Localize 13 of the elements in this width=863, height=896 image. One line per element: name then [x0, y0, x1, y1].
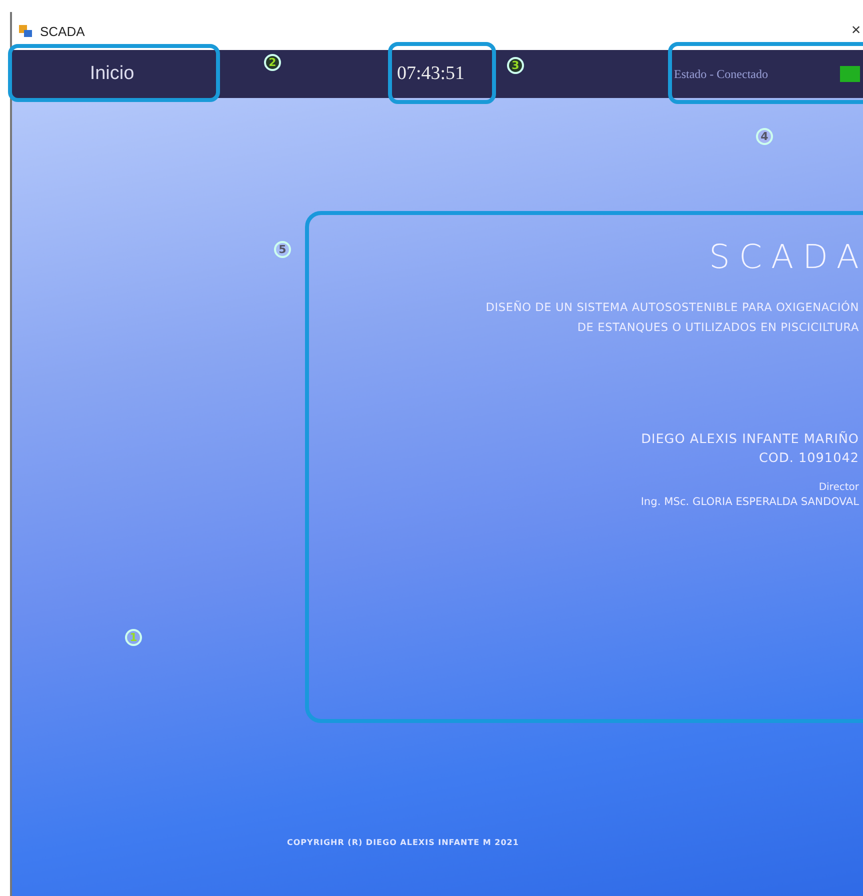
- copyright-text: COPYRIGHR (R) DIEGO ALEXIS INFANTE M 2021: [287, 838, 520, 847]
- student-code: COD. 1091042: [759, 451, 859, 466]
- subtitle-line: DISEÑO DE UN SISTEMA AUTOSOSTENIBLE PARA OXIGENACIÓN: [486, 300, 859, 316]
- status-text: Estado - Conectado: [674, 66, 768, 82]
- director-label: Director: [818, 482, 859, 493]
- subtitle-line: DE ESTANQUES O UTILIZADOS EN PISCICILTURA: [577, 320, 859, 336]
- author-name: DIEGO ALEXIS INFANTE MARIÑO: [641, 432, 859, 447]
- app-icon: [18, 23, 34, 39]
- close-button[interactable]: ×: [849, 22, 863, 40]
- window-title: SCADA: [40, 24, 86, 38]
- clock-text: 07:43:51: [397, 63, 465, 85]
- app-title: SCADA: [709, 237, 863, 276]
- director-name: Ing. MSc. GLORIA ESPERALDA SANDOVAL: [640, 496, 859, 508]
